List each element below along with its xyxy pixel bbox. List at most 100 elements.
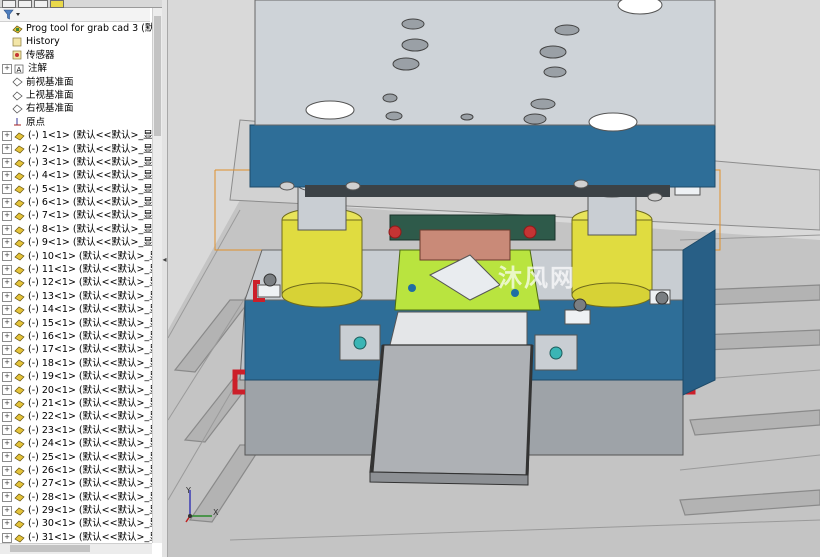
horizontal-scroll-thumb[interactable] (10, 545, 90, 552)
expand-toggle-icon[interactable]: + (2, 331, 12, 342)
expand-toggle-icon[interactable]: + (2, 264, 12, 275)
tree-item[interactable]: + (-) 13<1> (默认<<默认>_显 (2, 290, 152, 303)
tree-item-label: (-) 30<1> (默认<<默认>_显 (28, 518, 152, 530)
tree-item[interactable]: + (-) 28<1> (默认<<默认>_显 (2, 491, 152, 504)
tree-item[interactable]: + (-) 17<1> (默认<<默认>_显 (2, 343, 152, 356)
die-model-render[interactable] (168, 0, 820, 557)
expand-toggle-icon[interactable]: + (2, 425, 12, 436)
expand-toggle-icon[interactable]: + (2, 492, 12, 503)
tree-item[interactable]: + (-) 2<1> (默认<<默认>_显示 (2, 143, 152, 156)
expand-toggle-icon[interactable]: + (2, 345, 12, 356)
part-icon (14, 506, 25, 516)
tree-item[interactable]: 上视基准面 (2, 89, 152, 102)
filter-icon[interactable] (3, 9, 23, 21)
expand-toggle-icon[interactable]: + (2, 130, 12, 141)
expand-toggle-icon[interactable]: + (2, 304, 12, 315)
part-icon (14, 519, 25, 529)
expand-toggle-icon[interactable]: + (2, 478, 12, 489)
tree-item[interactable]: + (-) 3<1> (默认<<默认>_显示 (2, 156, 152, 169)
tree-item[interactable]: 右视基准面 (2, 102, 152, 115)
feature-tree-tab[interactable] (2, 0, 16, 8)
history-icon (12, 37, 23, 47)
tree-item[interactable]: + (-) 8<1> (默认<<默认>_显示 (2, 223, 152, 236)
expand-toggle-icon[interactable]: + (2, 63, 12, 74)
tree-item[interactable]: History (2, 35, 152, 48)
expand-toggle-icon[interactable]: + (2, 465, 12, 476)
tree-item-label: (-) 23<1> (默认<<默认>_显 (28, 424, 152, 436)
tree-item[interactable]: Prog tool for grab cad 3 (默认<< (2, 22, 152, 35)
expand-toggle-icon[interactable]: + (2, 224, 12, 235)
collapse-arrow-icon[interactable]: ◂ (162, 255, 167, 275)
tree-item[interactable]: + (-) 14<1> (默认<<默认>_显 (2, 303, 152, 316)
expand-toggle-icon[interactable]: + (2, 291, 12, 302)
tree-item[interactable]: + (-) 19<1> (默认<<默认>_显 (2, 370, 152, 383)
expand-toggle-icon[interactable]: + (2, 532, 12, 543)
tree-item[interactable]: + (-) 16<1> (默认<<默认>_显 (2, 330, 152, 343)
tree-item-label: (-) 4<1> (默认<<默认>_显示 (28, 170, 152, 182)
tree-item[interactable]: + (-) 4<1> (默认<<默认>_显示 (2, 169, 152, 182)
expand-toggle-icon[interactable]: + (2, 251, 12, 262)
expand-toggle-icon[interactable]: + (2, 237, 12, 248)
tree-item[interactable]: + (-) 18<1> (默认<<默认>_显 (2, 357, 152, 370)
tree-item[interactable]: + (-) 29<1> (默认<<默认>_显 (2, 504, 152, 517)
tree-item-label: (-) 5<1> (默认<<默认>_显示 (28, 183, 152, 195)
expand-toggle-icon[interactable]: + (2, 519, 12, 530)
expand-toggle-icon[interactable]: + (2, 505, 12, 516)
tree-item[interactable]: 原点 (2, 116, 152, 129)
tree-item[interactable]: + (-) 20<1> (默认<<默认>_显 (2, 384, 152, 397)
expand-toggle-icon[interactable]: + (2, 197, 12, 208)
expand-toggle-icon[interactable]: + (2, 144, 12, 155)
tree-item[interactable]: + (-) 30<1> (默认<<默认>_显 (2, 517, 152, 530)
expand-toggle-icon[interactable]: + (2, 371, 12, 382)
tree-item[interactable]: + (-) 27<1> (默认<<默认>_显 (2, 477, 152, 490)
expand-toggle-icon[interactable]: + (2, 318, 12, 329)
configuration-tab[interactable] (34, 0, 48, 8)
tree-item[interactable]: + (-) 25<1> (默认<<默认>_显 (2, 451, 152, 464)
appearance-tab[interactable] (50, 0, 64, 8)
vertical-scroll-thumb[interactable] (154, 16, 161, 136)
expand-toggle-icon[interactable]: + (2, 385, 12, 396)
tree-item[interactable]: + A 注解 (2, 62, 152, 75)
tree-item[interactable]: + (-) 1<1> (默认<<默认>_显示 (2, 129, 152, 142)
horizontal-scrollbar[interactable] (0, 543, 152, 554)
property-tab[interactable] (18, 0, 32, 8)
expand-toggle-icon[interactable]: + (2, 412, 12, 423)
tree-item[interactable]: + (-) 5<1> (默认<<默认>_显示 (2, 183, 152, 196)
expand-toggle-icon[interactable]: + (2, 157, 12, 168)
tree-item[interactable]: + (-) 15<1> (默认<<默认>_显 (2, 317, 152, 330)
part-icon (14, 425, 25, 435)
part-icon (14, 332, 25, 342)
tree-item[interactable]: + (-) 11<1> (默认<<默认>_显 (2, 263, 152, 276)
expand-toggle-icon[interactable]: + (2, 452, 12, 463)
expand-toggle-icon[interactable]: + (2, 358, 12, 369)
tree-item-label: (-) 20<1> (默认<<默认>_显 (28, 384, 152, 396)
tree-item[interactable]: 前视基准面 (2, 76, 152, 89)
tree-item[interactable]: + (-) 7<1> (默认<<默认>_显示 (2, 209, 152, 222)
tree-item-label: (-) 11<1> (默认<<默认>_显 (28, 264, 152, 276)
expand-toggle-icon[interactable]: + (2, 398, 12, 409)
tree-item[interactable]: + (-) 10<1> (默认<<默认>_显 (2, 250, 152, 263)
tree-item-label: (-) 3<1> (默认<<默认>_显示 (28, 156, 152, 168)
tree-item[interactable]: + (-) 6<1> (默认<<默认>_显示 (2, 196, 152, 209)
part-icon (14, 399, 25, 409)
expand-toggle-icon[interactable]: + (2, 211, 12, 222)
expand-toggle-icon[interactable]: + (2, 438, 12, 449)
tree-item[interactable]: + (-) 12<1> (默认<<默认>_显 (2, 276, 152, 289)
tree-item[interactable]: + (-) 21<1> (默认<<默认>_显 (2, 397, 152, 410)
tree-item[interactable]: + (-) 9<1> (默认<<默认>_显示 (2, 236, 152, 249)
tree-item[interactable]: + (-) 24<1> (默认<<默认>_显 (2, 437, 152, 450)
part-icon (14, 225, 25, 235)
graphics-viewport[interactable]: 沐风网 (168, 0, 820, 557)
sensor-icon (12, 50, 23, 60)
expand-toggle-icon[interactable]: + (2, 171, 12, 181)
tree-item[interactable]: + (-) 22<1> (默认<<默认>_显 (2, 410, 152, 423)
vertical-scrollbar[interactable] (152, 8, 162, 543)
part-icon (14, 144, 25, 154)
tree-item[interactable]: + (-) 23<1> (默认<<默认>_显 (2, 424, 152, 437)
tree-item-label: 右视基准面 (26, 103, 74, 115)
tree-item[interactable]: + (-) 26<1> (默认<<默认>_显 (2, 464, 152, 477)
expand-toggle-icon[interactable]: + (2, 278, 12, 289)
svg-text:A: A (17, 66, 22, 74)
tree-item[interactable]: 传感器 (2, 49, 152, 62)
expand-toggle-icon[interactable]: + (2, 184, 12, 195)
